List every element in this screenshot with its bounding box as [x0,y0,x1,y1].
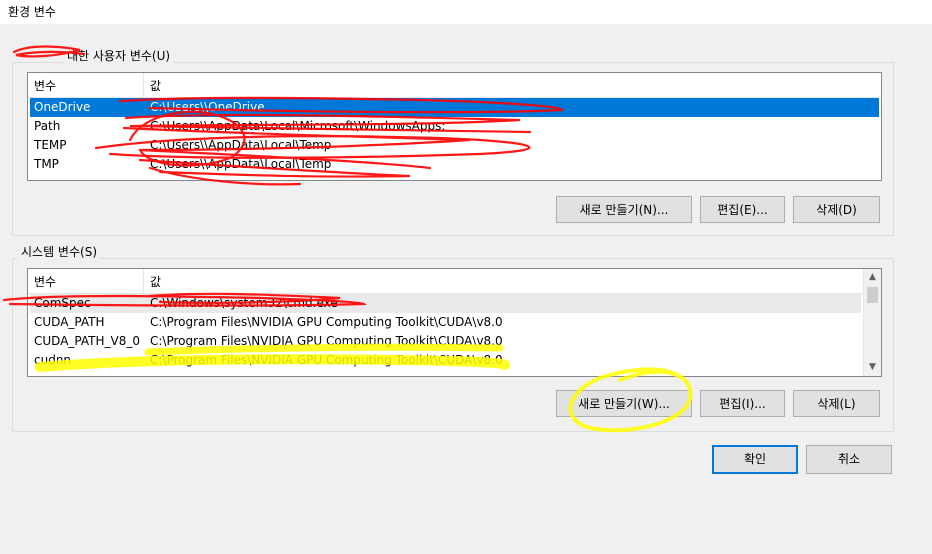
column-header-value[interactable]: 값 [150,77,161,94]
table-row[interactable]: Path C:\Users\\AppData\Local\Microsoft\W… [30,117,879,136]
vertical-scrollbar[interactable]: ▲ ▼ [863,269,881,376]
cancel-button[interactable]: 취소 [806,445,892,474]
user-variables-label-text: 대한 사용자 변수(U) [67,49,171,63]
table-row[interactable]: ComSpec C:\Windows\system32\cmd.exe [30,294,861,313]
variable-name: TMP [34,157,59,171]
system-variables-list[interactable]: 변수 값 ComSpec C:\Windows\system32\cmd.exe… [27,268,882,377]
scrollbar-thumb[interactable] [867,287,878,303]
column-header-value[interactable]: 값 [150,273,161,290]
table-row[interactable]: OneDrive C:\Users\\OneDrive [30,98,879,117]
column-divider[interactable] [143,73,144,97]
system-variables-label-text: 시스템 변수(S) [21,245,97,259]
user-variables-label: 대한 사용자 변수(U) [64,47,174,64]
table-row[interactable]: TMP C:\Users\\AppData\Local\Temp [30,155,879,174]
system-variables-label: 시스템 변수(S) [18,243,100,260]
variable-name: TEMP [34,138,67,152]
variable-value: C:\Users\\OneDrive [150,100,265,114]
title-bar: 환경 변수 [0,0,932,24]
window-title: 환경 변수 [8,5,56,19]
table-row[interactable]: TEMP C:\Users\\AppData\Local\Temp [30,136,879,155]
system-delete-button[interactable]: 삭제(L) [793,390,880,417]
system-new-button[interactable]: 새로 만들기(W)... [556,390,692,417]
column-header-variable[interactable]: 변수 [34,77,56,94]
list-header: 변수 값 [28,269,863,294]
variable-value: C:\Program Files\NVIDIA GPU Computing To… [150,334,503,348]
user-variables-list[interactable]: 변수 값 OneDrive C:\Users\\OneDrive Path C:… [27,72,882,181]
scroll-up-icon[interactable]: ▲ [864,269,881,286]
variable-value: C:\Program Files\NVIDIA GPU Computing To… [150,353,503,367]
variable-value: C:\Users\\AppData\Local\Temp [150,138,332,152]
scroll-down-icon[interactable]: ▼ [864,359,881,376]
variable-name: OneDrive [34,100,91,114]
variable-name: CUDA_PATH [34,315,105,329]
variable-value: C:\Users\\AppData\Local\Microsoft\Window… [150,119,446,133]
table-row[interactable]: CUDA_PATH C:\Program Files\NVIDIA GPU Co… [30,313,861,332]
column-divider[interactable] [143,269,144,293]
variable-value: C:\Program Files\NVIDIA GPU Computing To… [150,315,503,329]
user-edit-button[interactable]: 편집(E)... [700,196,785,223]
user-delete-button[interactable]: 삭제(D) [793,196,880,223]
variable-name: cudnn [34,353,72,367]
variable-name: ComSpec [34,296,91,310]
system-edit-button[interactable]: 편집(I)... [700,390,785,417]
ok-button[interactable]: 확인 [712,445,798,474]
variable-value: C:\Users\\AppData\Local\Temp [150,157,332,171]
table-row[interactable]: CUDA_PATH_V8_0 C:\Program Files\NVIDIA G… [30,332,861,351]
user-new-button[interactable]: 새로 만들기(N)... [556,196,692,223]
column-header-variable[interactable]: 변수 [34,273,56,290]
variable-name: Path [34,119,61,133]
variable-name: CUDA_PATH_V8_0 [34,334,140,348]
list-header: 변수 값 [28,73,881,98]
table-row[interactable]: cudnn C:\Program Files\NVIDIA GPU Comput… [30,351,861,370]
variable-value: C:\Windows\system32\cmd.exe [150,296,338,310]
